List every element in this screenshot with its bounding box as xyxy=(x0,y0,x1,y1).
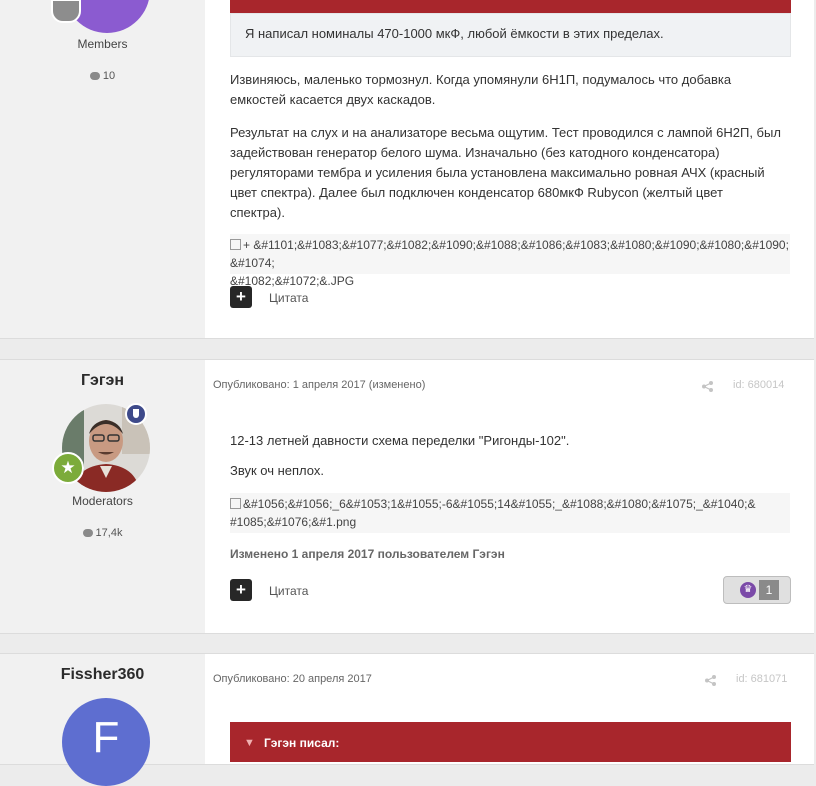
post-2-date[interactable]: Опубликовано: 1 апреля 2017 (изменено) xyxy=(213,379,425,391)
post-1-paragraph-2-line-4: цвет спектра). Далее был подключен конде… xyxy=(230,185,723,200)
post-1: Members 10 Я написал номиналы 470-1000 м… xyxy=(0,0,814,339)
star-badge-icon: ★ xyxy=(52,452,84,484)
post-3: Fissher360 F Опубликовано: 20 апреля 201… xyxy=(0,653,814,786)
quote-button[interactable]: Цитата xyxy=(269,584,308,598)
image-alt-line-1: &#1056;&#1056;_6&#1053;1&#1055;-6&#1055;… xyxy=(243,497,756,511)
broken-image-icon xyxy=(230,239,241,250)
post-2-line-2: Звук оч неплох. xyxy=(230,463,324,478)
quote-header-bar xyxy=(230,0,791,13)
post-1-paragraph-2-line-2: задействован генератор белого шума. Изна… xyxy=(230,145,720,160)
post-2-author-group: Moderators xyxy=(72,494,133,508)
post-1-author-panel: Members 10 xyxy=(0,0,205,338)
post-2: Гэгэн ★ Moderators 17,4k Опубликовано: 1… xyxy=(0,359,814,634)
quote-header-bar[interactable]: ▼ Гэгэн писал: xyxy=(230,722,791,762)
trophy-icon: ♛ xyxy=(740,582,756,598)
multiquote-plus-button[interactable]: + xyxy=(230,286,252,308)
post-1-paragraph-2-line-3: регуляторами тембра и усиления была уста… xyxy=(230,165,765,180)
quote-text: Я написал номиналы 470-1000 мкФ, любой ё… xyxy=(245,26,664,41)
image-alt-line-1: + &#1101;&#1083;&#1077;&#1082;&#1090;&#1… xyxy=(230,238,789,270)
post-3-author-name[interactable]: Fissher360 xyxy=(0,666,205,684)
plus-icon: + xyxy=(236,580,246,599)
post-1-paragraph-1-line-2: емкостей касается двух каскадов. xyxy=(230,92,436,107)
image-alt-line-2: &#1082;&#1072;&.JPG xyxy=(230,274,355,288)
speech-bubble-icon xyxy=(89,72,100,80)
speech-bubble-icon xyxy=(82,529,93,537)
post-3-author-panel: Fissher360 F xyxy=(0,654,205,786)
plus-icon: + xyxy=(236,287,246,306)
reaction-button[interactable]: ♛ 1 xyxy=(723,576,791,604)
shield-icon xyxy=(125,403,147,425)
post-2-id[interactable]: id: 680014 xyxy=(733,379,784,391)
post-3-id[interactable]: id: 681071 xyxy=(736,673,787,685)
post-1-paragraph-1-line-1: Извиняюсь, маленько тормознул. Когда упо… xyxy=(230,72,732,87)
post-1-paragraph-2-line-1: Результат на слух и на анализаторе весьм… xyxy=(230,125,781,140)
share-icon[interactable] xyxy=(702,381,713,392)
post-1-content: Я написал номиналы 470-1000 мкФ, любой ё… xyxy=(205,0,814,338)
post-1-attached-image[interactable]: + &#1101;&#1083;&#1077;&#1082;&#1090;&#1… xyxy=(230,234,790,288)
multiquote-plus-button[interactable]: + xyxy=(230,579,252,601)
chevron-down-icon: ▼ xyxy=(244,737,255,749)
post-2-author-name[interactable]: Гэгэн xyxy=(0,372,205,390)
post-1-rank-badge-icon xyxy=(51,0,81,23)
quote-button[interactable]: Цитата xyxy=(269,291,308,305)
post-2-author-post-count[interactable]: 17,4k xyxy=(0,527,205,539)
post-3-avatar[interactable]: F xyxy=(62,698,150,786)
avatar-letter: F xyxy=(92,713,120,762)
post-3-content: Опубликовано: 20 апреля 2017 id: 681071 … xyxy=(205,654,814,764)
post-2-edited-note: Изменено 1 апреля 2017 пользователем Гэг… xyxy=(230,547,505,561)
post-2-content: Опубликовано: 1 апреля 2017 (изменено) i… xyxy=(205,360,814,633)
reaction-count: 1 xyxy=(759,580,779,600)
quote-body: Я написал номиналы 470-1000 мкФ, любой ё… xyxy=(230,13,791,57)
post-3-date[interactable]: Опубликовано: 20 апреля 2017 xyxy=(213,673,372,685)
share-icon[interactable] xyxy=(705,675,716,686)
post-2-attached-image[interactable]: &#1056;&#1056;_6&#1053;1&#1055;-6&#1055;… xyxy=(230,493,790,533)
broken-image-icon xyxy=(230,498,241,509)
post-2-line-1: 12-13 летней давности схема переделки "Р… xyxy=(230,433,570,448)
quote-author: Гэгэн писал: xyxy=(264,736,340,750)
post-1-author-group: Members xyxy=(77,37,128,51)
post-2-author-panel: Гэгэн ★ Moderators 17,4k xyxy=(0,360,205,633)
image-alt-line-2: #1085;&#1076;&#1.png xyxy=(230,515,357,529)
post-1-author-post-count[interactable]: 10 xyxy=(0,70,205,82)
post-1-paragraph-2-line-5: спектра). xyxy=(230,205,285,220)
